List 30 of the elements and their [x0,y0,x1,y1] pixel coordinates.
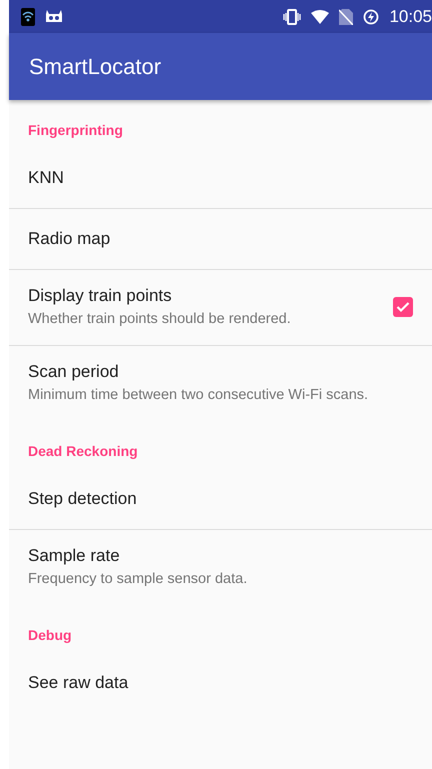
preference-title: KNN [28,168,65,188]
category-header: Fingerprinting [27,121,124,140]
preference-summary: Frequency to sample sensor data. [28,570,248,589]
category-header: Debug [27,626,73,645]
status-time: 10:05 [389,6,432,26]
preference-title: Sample rate [28,546,121,566]
preference-title: Radio map [28,229,112,249]
preference-title: See raw data [28,672,130,693]
preference-title: Scan period [28,362,120,382]
preference-item[interactable]: Display train points Whether train points should be rendered. [9,270,432,346]
preference-item[interactable]: KNN [9,148,432,209]
preference-item[interactable]: Sample rate Frequency to sample sensor data. [9,530,432,605]
app-title: SmartLocator [29,54,162,80]
preference-title: Step detection [28,488,138,509]
preference-item[interactable]: See raw data [9,652,432,713]
wifi-signal-icon [311,10,330,24]
preference-title: Display train points [28,286,173,306]
preference-item[interactable]: Scan period Minimum time between two consecutive Wi-Fi scans. [9,346,432,421]
check-icon [396,301,410,314]
robot-icon [45,10,63,24]
checkbox[interactable] [393,297,413,318]
preference-summary: Whether train points should be rendered. [28,310,292,329]
category-header: Dead Reckoning [27,442,139,461]
no-sim-icon [339,8,354,24]
wifi-icon [21,8,35,26]
battery-charging-icon [363,8,380,24]
vibrate-icon [283,8,302,24]
preference-item[interactable]: Radio map [9,209,432,270]
preference-summary: Minimum time between two consecutive Wi-Fi scans. [28,386,370,405]
preference-item[interactable]: Step detection [9,468,432,530]
